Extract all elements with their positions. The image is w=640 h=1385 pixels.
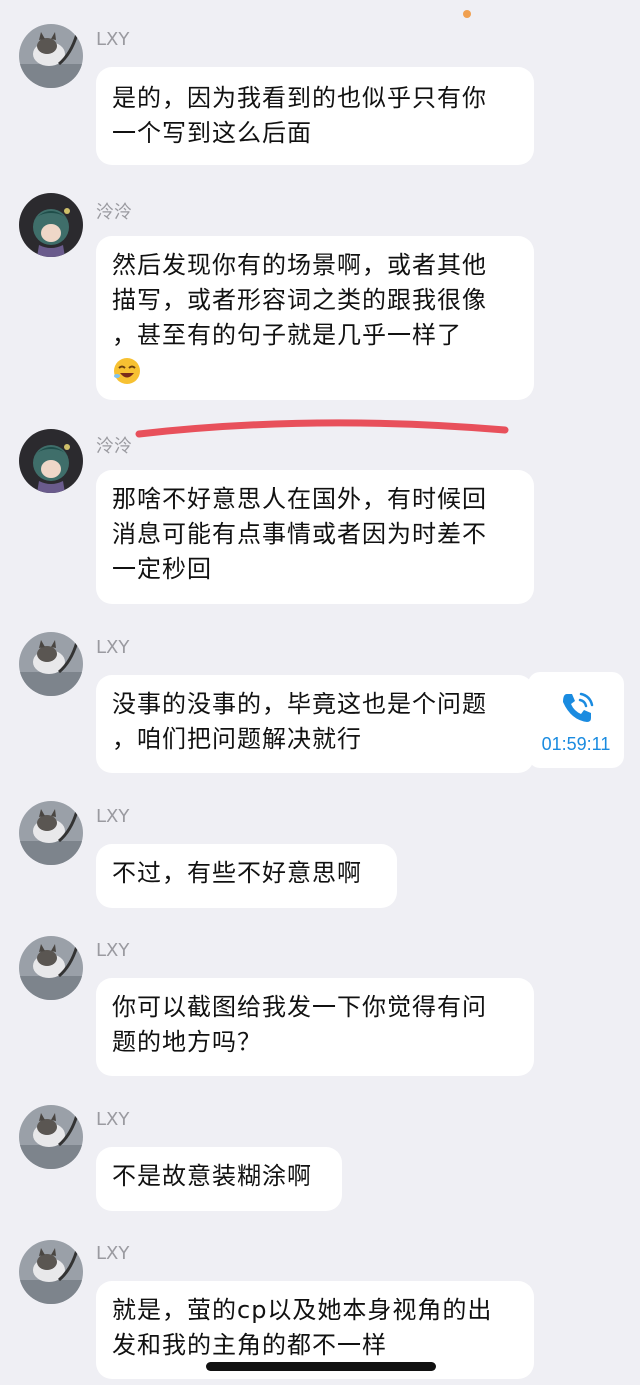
cat-avatar-icon	[19, 632, 83, 696]
cat-avatar-icon	[19, 1105, 83, 1169]
message-text: 然后发现你有的场景啊，或者其他 描写，或者形容词之类的跟我很像 ，甚至有的句子就…	[112, 251, 487, 349]
sender-name: LXY	[96, 1243, 130, 1264]
anime-avatar-icon	[19, 193, 83, 257]
message-bubble[interactable]: 不是故意装糊涂啊	[96, 1147, 342, 1211]
red-underline	[135, 419, 509, 438]
home-indicator[interactable]	[206, 1362, 436, 1371]
message-bubble[interactable]: 没事的没事的，毕竟这也是个问题 ，咱们把问题解决就行	[96, 675, 534, 773]
sender-name: LXY	[96, 1109, 130, 1130]
laughing-face-emoji-icon	[114, 358, 140, 384]
avatar[interactable]	[19, 632, 83, 696]
sender-name: 泠泠	[96, 436, 132, 457]
cat-avatar-icon	[19, 801, 83, 865]
call-duration: 01:59:11	[541, 734, 611, 754]
anime-avatar-icon	[19, 429, 83, 493]
cat-avatar-icon	[19, 24, 83, 88]
message-bubble[interactable]: 那啥不好意思人在国外，有时候回 消息可能有点事情或者因为时差不 一定秒回	[96, 470, 534, 604]
sender-name: LXY	[96, 29, 130, 50]
message-text: 是的，因为我看到的也似乎只有你 一个写到这么后面	[112, 84, 487, 147]
message-text: 你可以截图给我发一下你觉得有问 题的地方吗？	[112, 993, 487, 1056]
message-text: 不过，有些不好意思啊	[112, 859, 362, 887]
message-text: 没事的没事的，毕竟这也是个问题 ，咱们把问题解决就行	[112, 690, 487, 753]
cat-avatar-icon	[19, 1240, 83, 1304]
message-bubble[interactable]: 你可以截图给我发一下你觉得有问 题的地方吗？	[96, 978, 534, 1076]
message-text: 不是故意装糊涂啊	[112, 1162, 312, 1190]
avatar[interactable]	[19, 193, 83, 257]
message-text: 那啥不好意思人在国外，有时候回 消息可能有点事情或者因为时差不 一定秒回	[112, 485, 487, 583]
avatar[interactable]	[19, 24, 83, 88]
chat-screen: LXY 是的，因为我看到的也似乎只有你 一个写到这么后面 泠泠 然后发现你有的场…	[0, 0, 640, 1385]
call-record-card[interactable]: 01:59:11	[528, 672, 624, 768]
message-bubble[interactable]: 不过，有些不好意思啊	[96, 844, 397, 908]
avatar[interactable]	[19, 1105, 83, 1169]
message-bubble[interactable]: 然后发现你有的场景啊，或者其他 描写，或者形容词之类的跟我很像 ，甚至有的句子就…	[96, 236, 534, 400]
avatar[interactable]	[19, 429, 83, 493]
avatar[interactable]	[19, 936, 83, 1000]
cat-avatar-icon	[19, 936, 83, 1000]
message-bubble[interactable]: 是的，因为我看到的也似乎只有你 一个写到这么后面	[96, 67, 534, 165]
status-indicator-dot	[463, 10, 471, 18]
message-text: 就是，萤的cp以及她本身视角的出 发和我的主角的都不一样	[112, 1296, 493, 1359]
sender-name: 泠泠	[96, 202, 132, 223]
sender-name: LXY	[96, 637, 130, 658]
avatar[interactable]	[19, 1240, 83, 1304]
phone-icon	[563, 692, 594, 722]
sender-name: LXY	[96, 806, 130, 827]
sender-name: LXY	[96, 940, 130, 961]
avatar[interactable]	[19, 801, 83, 865]
